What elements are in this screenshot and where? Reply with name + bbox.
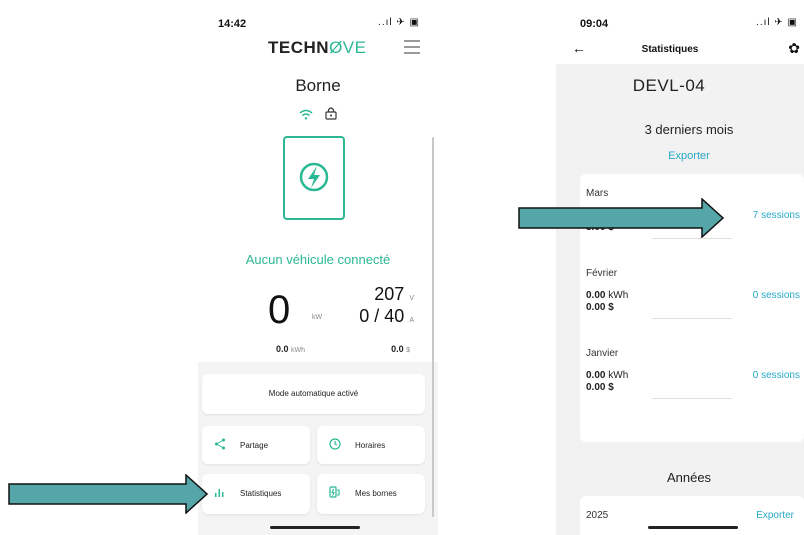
month-energy: 0.00 kWh	[586, 370, 629, 381]
sessions-link[interactable]: 7 sessions	[753, 210, 800, 221]
wifi-icon	[299, 107, 317, 124]
home-indicator[interactable]	[270, 526, 360, 529]
statistics-button[interactable]: Statistiques	[202, 474, 310, 514]
app-header: TECHNØVE	[198, 38, 438, 62]
status-time: 14:42	[218, 18, 247, 30]
bar-chart-icon	[214, 486, 226, 501]
annotation-arrow-statistics	[8, 474, 208, 514]
month-name: Février	[586, 268, 618, 279]
vehicle-status: Aucun véhicule connecté	[245, 252, 391, 267]
share-icon	[214, 438, 226, 453]
tile-label: Partage	[240, 441, 269, 450]
year-label: 2025	[586, 510, 609, 521]
lightning-icon	[299, 162, 329, 192]
device-title: DEVL-04	[632, 76, 706, 95]
lock-icon[interactable]	[325, 107, 337, 124]
status-bar: 14:42 ..ıl ✈ ▣	[198, 0, 438, 38]
logo: TECHNØVE	[268, 38, 367, 57]
years-title: Années	[666, 470, 712, 485]
phone-screen-borne: 14:42 ..ıl ✈ ▣ TECHNØVE Borne Aucun véhi…	[198, 0, 438, 535]
page-title: Borne	[295, 76, 341, 95]
current-readout: 0 / 40 A	[359, 306, 414, 326]
cost-readout: 0.0 $	[391, 344, 410, 354]
nav-title: Statistiques	[641, 44, 699, 55]
tile-label: Mes bornes	[355, 489, 397, 498]
month-cost: 0.00 $	[586, 382, 614, 393]
energy-readout: 0.0 kWh	[276, 344, 306, 354]
sessions-link[interactable]: 0 sessions	[753, 370, 800, 381]
export-link[interactable]: Exporter	[556, 150, 804, 162]
voltage-readout: 207 V	[374, 284, 414, 304]
clock-icon	[329, 438, 341, 453]
year-card: 2025 Exporter	[580, 496, 804, 535]
share-button[interactable]: Partage	[202, 426, 310, 464]
mode-button[interactable]: Mode automatique activé	[202, 374, 425, 414]
sessions-link[interactable]: 0 sessions	[753, 290, 800, 301]
month-cost: 0.00 $	[586, 302, 614, 313]
month-name: Janvier	[586, 348, 619, 359]
scrollbar[interactable]	[432, 137, 434, 517]
status-time: 09:04	[580, 18, 609, 30]
gear-icon[interactable]: ✿	[788, 40, 800, 57]
charger-button[interactable]	[283, 136, 345, 220]
home-indicator[interactable]	[648, 526, 738, 529]
power-unit: kW	[312, 314, 323, 321]
month-energy: 0.00 kWh	[586, 290, 629, 301]
connection-icons	[198, 106, 438, 124]
charger-panel: Borne Aucun véhicule connecté 0 kW 207 V…	[198, 62, 438, 535]
action-area: Mode automatique activé Partage Horaires…	[198, 362, 438, 535]
power-value: 0	[268, 288, 291, 332]
status-bar: 09:04 ..ıl ✈ ▣	[556, 0, 804, 38]
status-icons: ..ıl ✈ ▣	[378, 17, 420, 28]
charger-list-icon	[329, 486, 341, 501]
year-export-link[interactable]: Exporter	[756, 510, 794, 521]
schedule-button[interactable]: Horaires	[317, 426, 425, 464]
my-chargers-button[interactable]: Mes bornes	[317, 474, 425, 514]
navigation-bar: ← Statistiques ✿	[556, 38, 804, 64]
tile-label: Horaires	[355, 441, 386, 450]
phone-screen-statistics: 09:04 ..ıl ✈ ▣ ← Statistiques ✿ DEVL-04 …	[556, 0, 804, 535]
hamburger-menu-icon[interactable]	[404, 40, 420, 54]
annotation-arrow-sessions	[518, 198, 724, 238]
tile-label: Statistiques	[240, 489, 282, 498]
section-title: 3 derniers mois	[644, 122, 734, 137]
status-icons: ..ıl ✈ ▣	[756, 17, 798, 28]
